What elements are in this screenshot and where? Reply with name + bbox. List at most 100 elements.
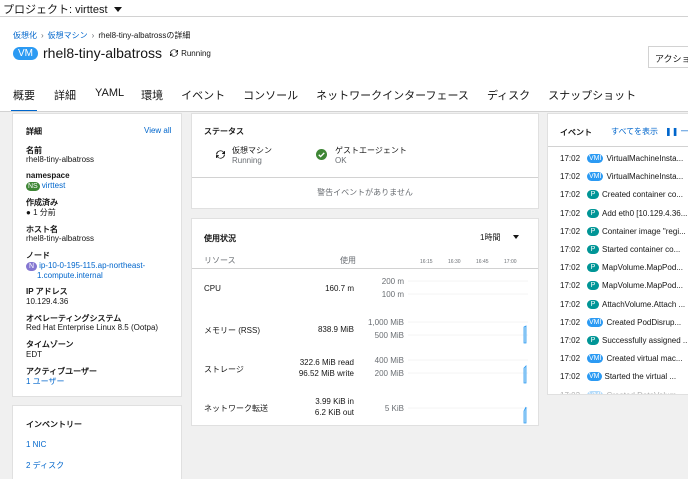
cpu-label: CPU bbox=[204, 284, 221, 293]
actions-dropdown[interactable]: アクション bbox=[648, 46, 688, 68]
node-link-line2[interactable]: 1.compute.internal bbox=[37, 271, 103, 280]
event-item[interactable]: 17:02 P Successfully assigned ... bbox=[560, 336, 688, 345]
project-selector[interactable]: プロジェクト: virttest bbox=[0, 0, 688, 16]
no-alerts-message: 警告イベントがありません bbox=[317, 188, 413, 197]
tab-disks[interactable]: ディスク bbox=[487, 79, 530, 112]
event-message: Started container co... bbox=[602, 245, 681, 254]
usage-column-header: 使用 bbox=[340, 256, 356, 265]
event-item[interactable]: 17:02 P Container image "regi... bbox=[560, 226, 688, 236]
agent-status-label: ゲストエージェント bbox=[335, 146, 407, 155]
inventory-card: インベントリー 1 NIC 2 ディスク bbox=[12, 405, 182, 479]
vm-status-label: 仮想マシン bbox=[232, 146, 272, 155]
event-message: Created DataVolum... bbox=[606, 391, 682, 394]
event-resource-badge: P bbox=[587, 281, 599, 291]
event-time: 17:02 bbox=[560, 226, 581, 236]
view-all-link[interactable]: View all bbox=[144, 126, 171, 135]
event-message: AttachVolume.Attach ... bbox=[602, 299, 686, 309]
event-item[interactable]: 17:02 P MapVolume.MapPod... bbox=[560, 281, 688, 291]
timezone-key: タイムゾーン bbox=[26, 340, 74, 349]
time-range-label: 1時間 bbox=[480, 233, 501, 242]
tab-network-interfaces[interactable]: ネットワークインターフェース bbox=[316, 79, 469, 112]
event-time: 17:02 bbox=[560, 245, 581, 254]
event-resource-badge: P bbox=[587, 336, 599, 345]
event-resource-badge: VMI bbox=[587, 154, 604, 163]
event-message: VirtualMachineInsta... bbox=[606, 154, 684, 163]
breadcrumb-virtualization[interactable]: 仮想化 bbox=[13, 31, 37, 40]
status-title: ステータス bbox=[204, 127, 244, 136]
tab-console[interactable]: コンソール bbox=[243, 79, 298, 112]
network-axis-bottom: 5 KiB bbox=[384, 404, 404, 413]
memory-axis-top: 1,000 MiB bbox=[367, 318, 404, 327]
node-link[interactable]: ip-10-0-195-115.ap-northeast- bbox=[39, 261, 145, 270]
created-value: ● 1 分前 bbox=[26, 207, 56, 218]
event-item[interactable]: 17:02 VMI VirtualMachineInsta... bbox=[560, 154, 688, 163]
event-time: 17:02 bbox=[560, 154, 581, 163]
tab-events[interactable]: イベント bbox=[181, 79, 225, 112]
tab-environment[interactable]: 環境 bbox=[141, 79, 163, 112]
event-resource-badge: VMI bbox=[587, 390, 604, 394]
inventory-nic-link[interactable]: 1 NIC bbox=[26, 440, 46, 449]
active-users-link[interactable]: 1 ユーザー bbox=[26, 376, 65, 387]
breadcrumb-separator: › bbox=[41, 31, 44, 40]
event-item[interactable]: 17:02 P AttachVolume.Attach ... bbox=[560, 299, 688, 309]
event-time: 17:02 bbox=[560, 372, 581, 382]
tab-snapshots[interactable]: スナップショット bbox=[548, 79, 636, 112]
pause-icon: ❚❚ bbox=[665, 127, 679, 136]
tab-yaml[interactable]: YAML bbox=[95, 79, 124, 112]
event-message: Container image "regi... bbox=[602, 226, 686, 236]
event-resource-badge: P bbox=[587, 208, 599, 218]
event-time: 17:02 bbox=[560, 336, 581, 345]
event-item[interactable]: 17:02 VM Started the virtual ... bbox=[560, 372, 688, 382]
event-resource-badge: P bbox=[587, 190, 599, 200]
event-resource-badge: VMI bbox=[587, 172, 604, 182]
event-message: MapVolume.MapPod... bbox=[602, 281, 683, 291]
globe-icon: ● bbox=[26, 208, 31, 217]
ip-key: IP アドレス bbox=[26, 287, 68, 296]
ns-badge: NS bbox=[26, 182, 40, 191]
event-time: 17:02 bbox=[560, 299, 581, 309]
tab-overview[interactable]: 概要 bbox=[11, 79, 37, 112]
pause-events-button[interactable]: ❚❚ 一時 bbox=[665, 126, 688, 137]
vm-status-state: Running bbox=[232, 156, 262, 165]
storage-axis-top: 400 MiB bbox=[374, 356, 404, 365]
event-resource-badge: VM bbox=[587, 372, 602, 382]
show-all-events-link[interactable]: すべてを表示 bbox=[611, 126, 658, 137]
namespace-link[interactable]: virttest bbox=[42, 181, 66, 190]
event-item[interactable]: 17:02VMICreated DataVolum... bbox=[560, 390, 688, 394]
breadcrumb-virtual-machines[interactable]: 仮想マシン bbox=[48, 31, 88, 40]
sync-icon bbox=[216, 150, 225, 159]
event-message: MapVolume.MapPod... bbox=[602, 263, 683, 273]
inventory-disk-link[interactable]: 2 ディスク bbox=[26, 460, 64, 471]
cpu-value: 160.7 m bbox=[325, 284, 354, 293]
caret-down-icon bbox=[113, 7, 122, 12]
event-item[interactable]: 17:02 P Add eth0 [10.129.4.36... bbox=[560, 208, 688, 218]
event-item[interactable]: 17:02 P Created container co... bbox=[560, 190, 688, 200]
event-item[interactable]: 17:02 VMI Created virtual mac... bbox=[560, 354, 688, 364]
memory-label: メモリー (RSS) bbox=[204, 326, 260, 335]
created-text: 1 分前 bbox=[33, 208, 56, 217]
node-value: Nip-10-0-195-115.ap-northeast- bbox=[26, 261, 145, 271]
event-item[interactable]: 17:02 VMI VirtualMachineInsta... bbox=[560, 172, 688, 182]
event-time: 17:02 bbox=[560, 354, 581, 364]
storage-write-value: 96.52 MiB write bbox=[298, 369, 354, 378]
time-range-dropdown[interactable]: 1時間 bbox=[480, 232, 519, 243]
event-message: Successfully assigned ... bbox=[602, 336, 688, 345]
time-tick: 17:00 bbox=[504, 259, 517, 265]
agent-status-state: OK bbox=[335, 156, 347, 165]
time-tick: 16:30 bbox=[448, 259, 461, 265]
event-item[interactable]: 17:02 VMI Created PodDisrup... bbox=[560, 317, 688, 327]
status-text: Running bbox=[181, 48, 211, 58]
event-item[interactable]: 17:02 P MapVolume.MapPod... bbox=[560, 263, 688, 273]
event-time: 17:02 bbox=[560, 391, 587, 394]
details-card: 詳細 View all 名前 rhel8-tiny-albatross name… bbox=[12, 113, 182, 397]
event-resource-badge: P bbox=[587, 226, 599, 236]
pause-label: 一時 bbox=[680, 127, 688, 136]
event-item[interactable]: 17:02 P Started container co... bbox=[560, 245, 688, 254]
event-time: 17:02 bbox=[560, 190, 581, 200]
event-resource-badge: P bbox=[587, 299, 599, 309]
vm-name: rhel8-tiny-albatross bbox=[43, 45, 163, 61]
event-message: VirtualMachineInsta... bbox=[606, 172, 684, 182]
details-title: 詳細 bbox=[26, 127, 42, 136]
tab-details[interactable]: 詳細 bbox=[54, 79, 76, 112]
memory-value: 838.9 MiB bbox=[317, 325, 354, 334]
